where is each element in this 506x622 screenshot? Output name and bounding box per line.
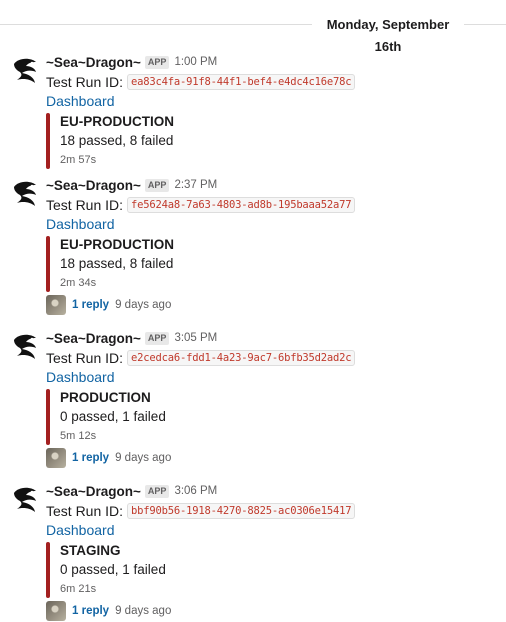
test-run-label: Test Run ID:	[46, 197, 124, 213]
environment-name: STAGING	[60, 543, 121, 558]
environment-name: EU-PRODUCTION	[60, 114, 174, 129]
test-run-line: Test Run ID: ea83c4fa-91f8-44f1-bef4-e4d…	[46, 72, 356, 92]
reply-count-link[interactable]: 1 reply	[72, 452, 109, 464]
app-badge: APP	[144, 55, 170, 69]
message-header: ~Sea~Dragon~ APP 3:05 PM	[46, 328, 217, 348]
run-duration: 5m 12s	[60, 430, 97, 442]
result-attachment: EU-PRODUCTION 18 passed, 8 failed 2m 34s	[46, 236, 346, 292]
test-run-line: Test Run ID: bbf90b56-1918-4270-8825-ac0…	[46, 501, 356, 521]
sea-dragon-avatar-icon[interactable]	[8, 483, 44, 519]
test-result: 18 passed, 8 failed	[60, 256, 174, 271]
replier-avatar[interactable]	[46, 448, 66, 468]
sender-name[interactable]: ~Sea~Dragon~	[46, 331, 141, 346]
last-reply-time: 9 days ago	[115, 299, 172, 311]
attachment-color-bar	[46, 236, 50, 292]
test-result: 18 passed, 8 failed	[60, 133, 174, 148]
sea-dragon-avatar-icon[interactable]	[8, 330, 44, 366]
dashboard-link[interactable]: Dashboard	[46, 91, 115, 111]
last-reply-time: 9 days ago	[115, 452, 172, 464]
replier-avatar[interactable]	[46, 295, 66, 315]
result-attachment: STAGING 0 passed, 1 failed 6m 21s	[46, 542, 346, 598]
test-run-line: Test Run ID: fe5624a8-7a63-4803-ad8b-195…	[46, 195, 356, 215]
sender-name[interactable]: ~Sea~Dragon~	[46, 55, 141, 70]
timestamp[interactable]: 3:05 PM	[174, 332, 217, 344]
message-header: ~Sea~Dragon~ APP 1:00 PM	[46, 52, 217, 72]
reply-count-link[interactable]: 1 reply	[72, 299, 109, 311]
run-duration: 2m 34s	[60, 277, 97, 289]
message-header: ~Sea~Dragon~ APP 3:06 PM	[46, 481, 217, 501]
attachment-color-bar	[46, 389, 50, 445]
reply-count-link[interactable]: 1 reply	[72, 605, 109, 617]
dashboard-link[interactable]: Dashboard	[46, 214, 115, 234]
app-badge: APP	[144, 178, 170, 192]
environment-name: PRODUCTION	[60, 390, 151, 405]
app-badge: APP	[144, 484, 170, 498]
dashboard-link[interactable]: Dashboard	[46, 520, 115, 540]
test-run-line: Test Run ID: e2cedca6-fdd1-4a23-9ac7-6bf…	[46, 348, 356, 368]
test-run-id: e2cedca6-fdd1-4a23-9ac7-6bfb35d2ad2c	[127, 350, 356, 366]
last-reply-time: 9 days ago	[115, 605, 172, 617]
sea-dragon-avatar-icon[interactable]	[8, 54, 44, 90]
thread-replies[interactable]: 1 reply 9 days ago	[46, 601, 171, 621]
test-result: 0 passed, 1 failed	[60, 562, 166, 577]
sea-dragon-avatar-icon[interactable]	[8, 177, 44, 213]
test-result: 0 passed, 1 failed	[60, 409, 166, 424]
app-badge: APP	[144, 331, 170, 345]
environment-name: EU-PRODUCTION	[60, 237, 174, 252]
sender-name[interactable]: ~Sea~Dragon~	[46, 484, 141, 499]
test-run-id: bbf90b56-1918-4270-8825-ac0306e15417	[127, 503, 356, 519]
timestamp[interactable]: 2:37 PM	[174, 179, 217, 191]
run-duration: 6m 21s	[60, 583, 97, 595]
run-duration: 2m 57s	[60, 154, 97, 166]
attachment-color-bar	[46, 542, 50, 598]
date-divider-label[interactable]: Monday, September 16th	[312, 14, 464, 54]
attachment-color-bar	[46, 113, 50, 169]
message-header: ~Sea~Dragon~ APP 2:37 PM	[46, 175, 217, 195]
test-run-id: fe5624a8-7a63-4803-ad8b-195baaa52a77	[127, 197, 356, 213]
test-run-label: Test Run ID:	[46, 350, 124, 366]
test-run-label: Test Run ID:	[46, 503, 124, 519]
result-attachment: EU-PRODUCTION 18 passed, 8 failed 2m 57s	[46, 113, 346, 169]
test-run-label: Test Run ID:	[46, 74, 124, 90]
result-attachment: PRODUCTION 0 passed, 1 failed 5m 12s	[46, 389, 346, 445]
timestamp[interactable]: 1:00 PM	[174, 56, 217, 68]
thread-replies[interactable]: 1 reply 9 days ago	[46, 448, 171, 468]
thread-replies[interactable]: 1 reply 9 days ago	[46, 295, 171, 315]
replier-avatar[interactable]	[46, 601, 66, 621]
test-run-id: ea83c4fa-91f8-44f1-bef4-e4dc4c16e78c	[127, 74, 356, 90]
timestamp[interactable]: 3:06 PM	[174, 485, 217, 497]
sender-name[interactable]: ~Sea~Dragon~	[46, 178, 141, 193]
dashboard-link[interactable]: Dashboard	[46, 367, 115, 387]
